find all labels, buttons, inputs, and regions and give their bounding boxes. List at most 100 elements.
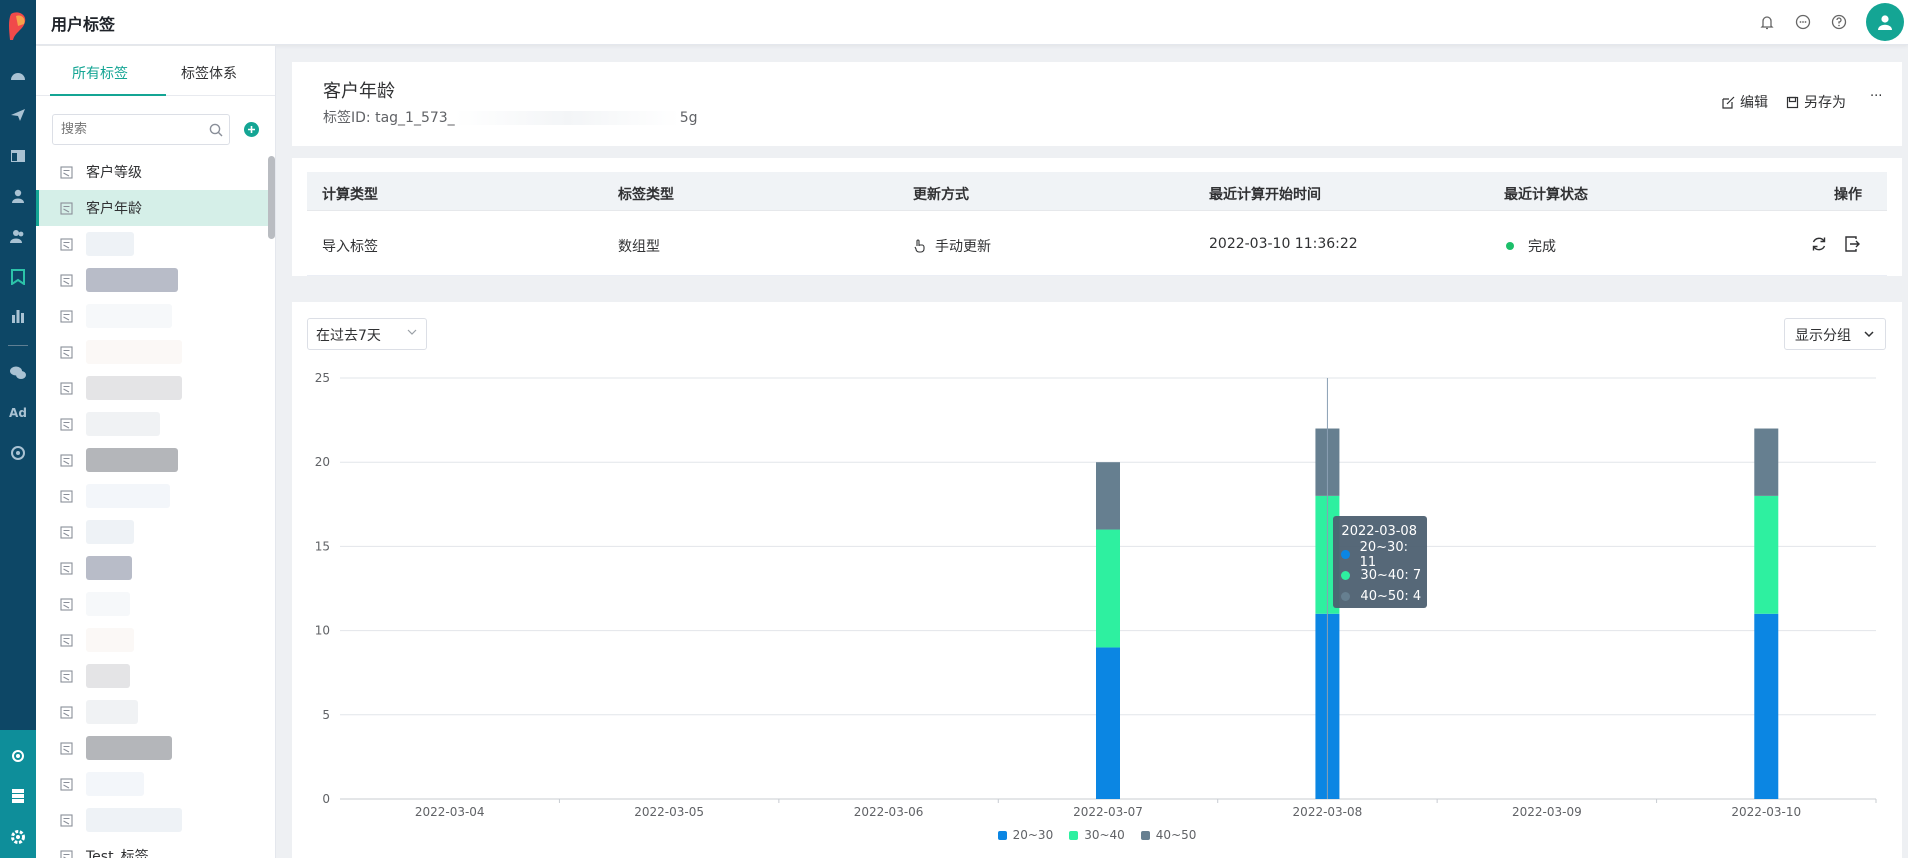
tag-item-icon [60,741,73,755]
tag-item-redacted [86,448,178,472]
search-icon[interactable] [208,122,224,138]
tag-info-card: 计算类型 标签类型 更新方式 最近计算开始时间 最近计算状态 操作 导入标签 数… [292,158,1902,276]
tag-item-icon [60,165,73,179]
tag-item-redacted [86,340,182,364]
legend-swatch [997,830,1007,840]
tag-list-item[interactable] [36,478,268,514]
tooltip-row: 30~40: 7 [1338,565,1422,586]
hub-icon[interactable] [8,746,28,766]
tag-item-icon [60,417,73,431]
tag-item-icon [60,777,73,791]
bell-icon[interactable] [1757,12,1777,32]
tag-list-item[interactable]: 客户等级 [36,154,268,190]
tab-tag-system[interactable]: 标签体系 [181,63,237,83]
x-tick-label: 2022-03-04 [415,805,485,819]
tag-list-item[interactable] [36,514,268,550]
tag-item-icon [60,813,73,827]
tag-name: 客户年龄 [323,81,395,102]
add-tag-button[interactable] [244,122,259,137]
bar-chart-icon[interactable] [8,306,28,326]
legend-item[interactable]: 20~30 [997,828,1053,842]
tag-item-icon [60,849,73,858]
settings-gear-icon[interactable] [8,827,28,847]
y-tick-label: 15 [315,539,330,553]
tag-list-item[interactable] [36,442,268,478]
export-icon[interactable] [1843,235,1861,253]
target-icon[interactable] [8,443,28,463]
tag-item-label: Test_标签 [86,849,149,858]
sidebar-scrollbar[interactable] [268,156,275,239]
y-tick-label: 10 [315,624,330,638]
server-icon[interactable] [8,786,28,806]
user-icon[interactable] [8,186,28,206]
save-as-label: 另存为 [1804,95,1846,111]
tag-list-item[interactable]: 客户年龄 [36,190,268,226]
legend-item[interactable]: 40~50 [1140,828,1196,842]
tag-list-item[interactable] [36,802,268,838]
tag-list-item[interactable] [36,550,268,586]
x-tick-label: 2022-03-05 [634,805,704,819]
tag-item-icon [60,597,73,611]
tag-item-redacted [86,736,172,760]
avatar[interactable] [1866,3,1904,41]
tooltip-value: 40~50: 4 [1360,589,1422,604]
tag-id-suffix: 5g [679,110,698,126]
refresh-icon[interactable] [1810,235,1828,253]
users-icon[interactable] [8,226,28,246]
tooltip-value: 30~40: 7 [1360,568,1422,583]
tag-item-icon [60,237,73,251]
table-icon[interactable] [8,146,28,166]
tag-sidebar: 所有标签 标签体系 客户等级客户年龄 Test_标签 [36,46,276,858]
cell-status: 完成 [1506,236,1556,256]
tag-list-item[interactable] [36,370,268,406]
legend-item[interactable]: 30~40 [1069,828,1125,842]
tag-list-item[interactable] [36,262,268,298]
tag-item-icon [60,453,73,467]
col-tag-type: 标签类型 [618,187,674,203]
tag-list-item[interactable] [36,298,268,334]
y-tick-label: 0 [322,792,330,806]
tag-icon[interactable] [8,267,28,287]
tag-item-label: 客户等级 [86,165,142,181]
x-tick-label: 2022-03-08 [1293,805,1363,819]
tag-item-redacted [86,268,178,292]
tag-list-item[interactable] [36,694,268,730]
tag-list-item[interactable] [36,586,268,622]
tag-list-item[interactable] [36,730,268,766]
tag-list-item[interactable] [36,334,268,370]
page-title: 用户标签 [51,15,116,34]
dashboard-icon[interactable] [8,65,28,85]
tag-item-icon [60,201,73,215]
tag-list-item[interactable]: Test_标签 [36,838,268,858]
wechat-icon[interactable] [8,363,28,383]
tag-item-icon [60,669,73,683]
send-icon[interactable] [8,105,28,125]
col-last-start: 最近计算开始时间 [1209,187,1321,203]
tag-item-label: 客户年龄 [86,201,142,217]
bar-segment [1096,529,1120,648]
tag-list-item[interactable] [36,766,268,802]
edit-button[interactable]: 编辑 [1722,92,1768,112]
bar-segment [1096,647,1120,799]
app-logo[interactable] [7,10,29,42]
tag-list-item[interactable] [36,622,268,658]
tag-list-item[interactable] [36,658,268,694]
x-tick-label: 2022-03-07 [1073,805,1143,819]
tab-all-tags[interactable]: 所有标签 [72,63,128,83]
tag-item-icon [60,273,73,287]
tag-list-item[interactable] [36,406,268,442]
hand-pointer-icon [914,239,925,253]
status-text: 完成 [1528,239,1556,255]
col-update-mode: 更新方式 [913,187,969,203]
cell-last-start: 2022-03-10 11:36:22 [1209,236,1358,252]
help-icon[interactable] [1829,12,1849,32]
save-as-button[interactable]: 另存为 [1786,92,1846,112]
bar-segment [1754,495,1779,614]
message-icon[interactable] [1793,12,1813,32]
more-menu-button[interactable]: ··· [1870,89,1882,104]
tag-item-redacted [86,232,134,256]
tooltip-row: 40~50: 4 [1338,586,1422,607]
ad-icon[interactable]: Ad [8,403,28,423]
tag-list-item[interactable] [36,226,268,262]
search-input[interactable] [52,114,230,145]
